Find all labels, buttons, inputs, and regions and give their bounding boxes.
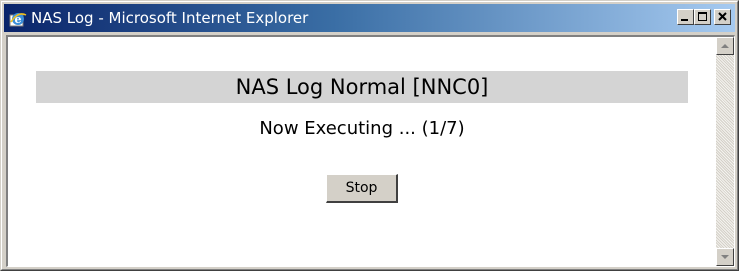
title-bar[interactable]: e NAS Log - Microsoft Internet Explorer <box>4 4 735 32</box>
close-icon <box>718 12 727 21</box>
page-content: NAS Log Normal [NNC0] Now Executing ... … <box>8 37 716 266</box>
maximize-button[interactable] <box>694 9 711 25</box>
scroll-down-arrow-icon <box>721 255 729 259</box>
scroll-up-button[interactable] <box>716 37 734 55</box>
maximize-icon <box>698 12 707 21</box>
scroll-down-button[interactable] <box>716 248 734 266</box>
scroll-up-arrow-icon <box>721 44 729 48</box>
stop-button[interactable]: Stop <box>326 174 398 203</box>
browser-window: e NAS Log - Microsoft Internet Explorer <box>0 0 739 271</box>
page-heading: NAS Log Normal [NNC0] <box>36 71 688 103</box>
vertical-scrollbar[interactable] <box>716 37 734 266</box>
close-button[interactable] <box>714 9 731 25</box>
window-title: NAS Log - Microsoft Internet Explorer <box>31 9 309 27</box>
internet-explorer-icon: e <box>9 9 27 27</box>
execution-status: Now Executing ... (1/7) <box>259 118 465 139</box>
minimize-button[interactable] <box>677 9 694 25</box>
window-frame: e NAS Log - Microsoft Internet Explorer <box>1 1 738 270</box>
document-area: NAS Log Normal [NNC0] Now Executing ... … <box>6 35 735 267</box>
minimize-icon <box>681 19 688 21</box>
